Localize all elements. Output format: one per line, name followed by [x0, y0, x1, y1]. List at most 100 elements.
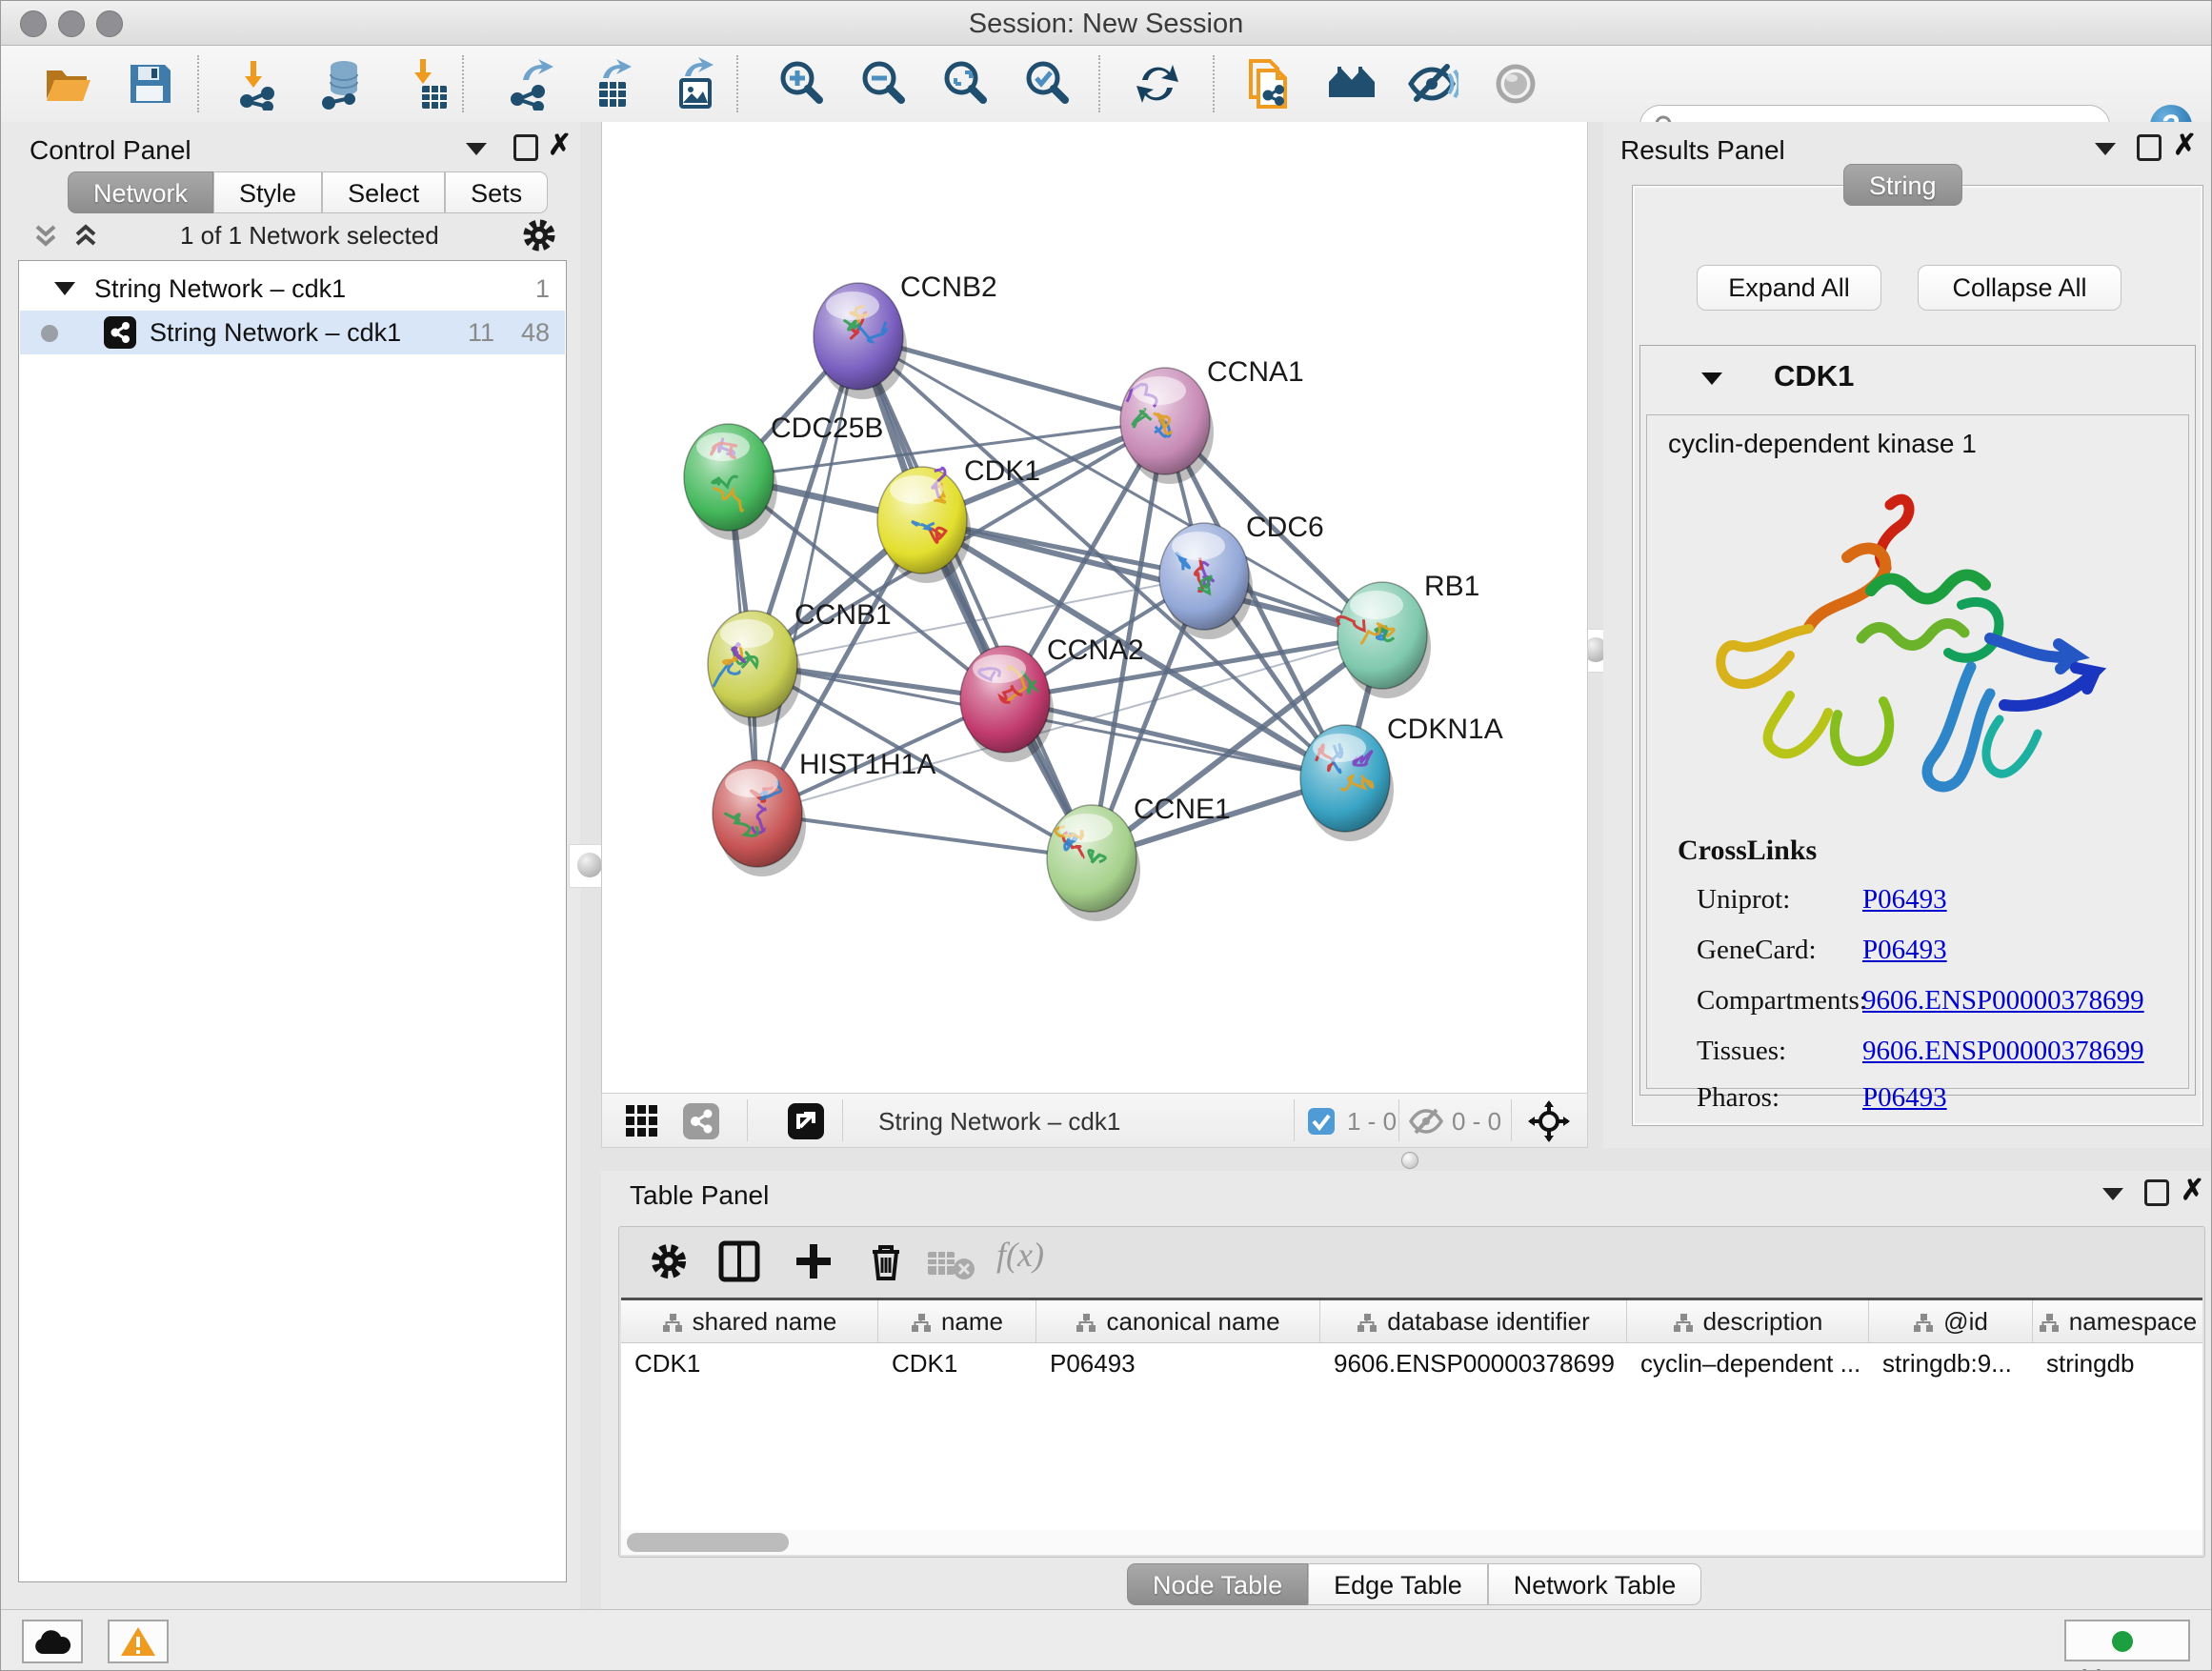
expand-all-chevron-icon[interactable]	[31, 221, 60, 250]
network-node-HIST1H1A[interactable]: HIST1H1A	[713, 749, 935, 876]
network-options-gear-icon[interactable]	[521, 217, 557, 253]
table-cell[interactable]: 9606.ENSP00000378699	[1320, 1344, 1627, 1382]
memory-button[interactable]: Memory	[2064, 1620, 2190, 1661]
control-panel-menu-icon[interactable]	[466, 143, 487, 155]
memory-status-dot-icon	[2112, 1631, 2133, 1652]
table-cell[interactable]: CDK1	[621, 1344, 878, 1382]
import-table-icon[interactable]	[401, 57, 454, 111]
column-header[interactable]: @id	[1869, 1300, 2033, 1342]
crosslink-link[interactable]: 9606.ENSP00000378699	[1862, 1036, 2144, 1067]
results-panel-close-icon[interactable]: ✗	[2173, 134, 2197, 157]
network-node-CCNE1[interactable]: CCNE1	[1047, 794, 1231, 921]
hide-selected-icon[interactable]	[1405, 57, 1458, 111]
zoom-in-icon[interactable]	[776, 57, 830, 111]
tab-network[interactable]: Network	[68, 171, 213, 213]
network-row-selected[interactable]: String Network – cdk1 11 48	[20, 311, 565, 354]
show-columns-icon[interactable]	[718, 1240, 760, 1282]
tab-node-table[interactable]: Node Table	[1127, 1563, 1308, 1605]
network-collection-row[interactable]: String Network – cdk1 1	[20, 267, 565, 311]
save-session-icon[interactable]	[123, 57, 176, 111]
network-canvas[interactable]: CCNB2CCNA1CDC25BCDK1CDC6RB1CCNB1CCNA2CDK…	[602, 122, 1587, 1091]
horizontal-splitter[interactable]	[601, 1148, 2212, 1171]
zoom-selected-icon[interactable]	[1022, 57, 1076, 111]
table-cell[interactable]: cyclin–dependent ...	[1627, 1344, 1869, 1382]
import-database-icon[interactable]	[315, 57, 369, 111]
delete-table-icon[interactable]	[926, 1246, 975, 1280]
hidden-eye-icon[interactable]	[1408, 1106, 1446, 1137]
add-column-icon[interactable]	[793, 1240, 835, 1282]
delete-column-icon[interactable]	[865, 1240, 907, 1282]
right-splitter[interactable]	[1588, 122, 1603, 1148]
crosslink-link[interactable]: 9606.ENSP00000378699	[1862, 985, 2144, 1017]
warning-status-button[interactable]	[108, 1620, 169, 1663]
node-label-CDKN1A: CDKN1A	[1387, 714, 1503, 745]
grid-view-icon[interactable]	[625, 1104, 659, 1138]
results-panel-menu-icon[interactable]	[2095, 143, 2116, 155]
column-header[interactable]: name	[878, 1300, 1036, 1342]
control-panel-float-icon[interactable]	[513, 134, 538, 161]
toolbar-separator	[462, 55, 464, 112]
refresh-icon[interactable]	[1131, 57, 1184, 111]
column-header[interactable]: shared name	[621, 1300, 878, 1342]
tab-edge-table[interactable]: Edge Table	[1308, 1563, 1488, 1605]
column-header[interactable]: canonical name	[1036, 1300, 1320, 1342]
network-node-RB1[interactable]: RB1	[1337, 571, 1480, 698]
left-splitter[interactable]	[580, 122, 601, 1609]
export-table-icon[interactable]	[586, 57, 639, 111]
column-header[interactable]: namespace	[2033, 1300, 2202, 1342]
table-cell[interactable]: stringdb	[2033, 1344, 2202, 1382]
crosslink-link[interactable]: P06493	[1862, 1082, 1947, 1114]
fit-content-crosshair-icon[interactable]	[1528, 1100, 1570, 1142]
scrollbar-thumb[interactable]	[627, 1533, 789, 1552]
table-panel-close-icon[interactable]: ✗	[2181, 1179, 2204, 1202]
zoom-fit-icon[interactable]	[940, 57, 994, 111]
string-view-icon[interactable]	[682, 1102, 720, 1140]
table-panel-float-icon[interactable]	[2144, 1179, 2169, 1206]
expand-all-button[interactable]: Expand All	[1697, 265, 1881, 311]
network-node-CCNB1[interactable]: CCNB1	[708, 599, 892, 727]
results-tabs: String	[1843, 164, 1962, 206]
results-panel-float-icon[interactable]	[2137, 134, 2162, 161]
clone-network-icon[interactable]	[1241, 57, 1295, 111]
cloud-status-button[interactable]	[22, 1620, 83, 1663]
function-builder-icon[interactable]: f(x)	[996, 1235, 1044, 1275]
export-network-icon[interactable]	[504, 57, 557, 111]
collapse-all-button[interactable]: Collapse All	[1918, 265, 2122, 311]
show-all-icon[interactable]	[1489, 57, 1542, 111]
tab-network-table[interactable]: Network Table	[1488, 1563, 1702, 1605]
table-cell[interactable]: P06493	[1036, 1344, 1320, 1382]
tab-select[interactable]: Select	[322, 171, 445, 213]
control-panel-close-icon[interactable]: ✗	[548, 134, 572, 157]
network-view[interactable]: CCNB2CCNA1CDC25BCDK1CDC6RB1CCNB1CCNA2CDK…	[601, 122, 1588, 1093]
table-panel-title: Table Panel	[630, 1180, 769, 1211]
collapse-all-chevron-icon[interactable]	[71, 221, 100, 250]
network-node-CDK1[interactable]: CDK1	[877, 455, 1040, 583]
table-cell[interactable]: CDK1	[878, 1344, 1036, 1382]
column-header[interactable]: description	[1627, 1300, 1869, 1342]
protein-collapse-icon[interactable]	[1701, 372, 1722, 385]
table-gear-icon[interactable]	[648, 1240, 690, 1282]
crosslink-link[interactable]: P06493	[1862, 884, 1947, 916]
column-header[interactable]: database identifier	[1320, 1300, 1627, 1342]
network-selection-bar: 1 of 1 Network selected	[18, 217, 567, 255]
crosslink-link[interactable]: P06493	[1862, 935, 1947, 966]
export-image-icon[interactable]	[668, 57, 721, 111]
collapse-triangle-icon[interactable]	[54, 282, 75, 295]
crosslink-label: Tissues:	[1697, 1036, 1786, 1067]
table-cell[interactable]: stringdb:9...	[1869, 1344, 2033, 1382]
birdseye-view-icon[interactable]	[787, 1102, 825, 1140]
group-nodes-icon[interactable]	[1325, 57, 1378, 111]
tab-style[interactable]: Style	[213, 171, 322, 213]
network-node-CDKN1A[interactable]: CDKN1A	[1300, 714, 1503, 841]
tab-sets[interactable]: Sets	[445, 171, 548, 213]
horizontal-splitter-handle[interactable]	[1401, 1152, 1418, 1169]
table-horizontal-scrollbar[interactable]	[621, 1530, 2202, 1555]
selected-checkbox-icon[interactable]	[1307, 1107, 1336, 1136]
zoom-out-icon[interactable]	[858, 57, 912, 111]
tab-string[interactable]: String	[1843, 164, 1962, 206]
import-network-icon[interactable]	[231, 57, 285, 111]
network-node-CDC6[interactable]: CDC6	[1159, 512, 1324, 639]
toolbar-separator	[1098, 55, 1100, 112]
open-session-icon[interactable]	[41, 57, 94, 111]
table-panel-menu-icon[interactable]	[2102, 1188, 2123, 1200]
